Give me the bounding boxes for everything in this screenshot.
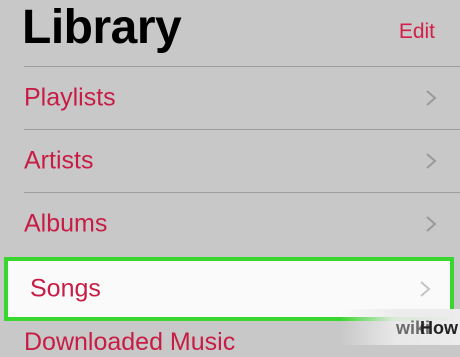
wikihow-watermark: wiki How	[340, 309, 460, 345]
list-item-label: Songs	[30, 274, 101, 303]
list-item-playlists[interactable]: Playlists	[0, 67, 460, 129]
page-title: Library	[22, 1, 182, 54]
list-item-downloaded-music[interactable]: Downloaded Music	[24, 328, 235, 357]
watermark-how: How	[420, 318, 458, 338]
chevron-right-icon	[426, 90, 437, 106]
edit-button[interactable]: Edit	[399, 20, 435, 44]
chevron-right-icon	[420, 281, 431, 297]
list-item-artists[interactable]: Artists	[0, 130, 460, 192]
list-item-label: Playlists	[24, 83, 116, 112]
list-item-label: Albums	[24, 209, 108, 238]
chevron-right-icon	[426, 153, 437, 169]
list-item-albums[interactable]: Albums	[0, 193, 460, 255]
chevron-right-icon	[426, 216, 437, 232]
list-item-label: Artists	[24, 146, 94, 175]
